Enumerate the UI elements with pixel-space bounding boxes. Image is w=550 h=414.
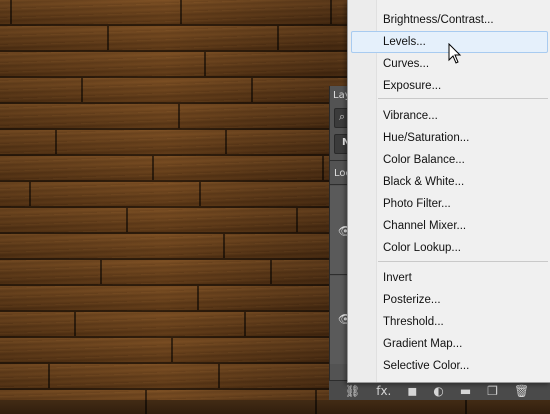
mask-icon[interactable]: ◼ bbox=[407, 383, 417, 399]
adjustment-icon[interactable]: ◐ bbox=[433, 383, 443, 399]
menu-separator bbox=[378, 261, 548, 262]
plank-seam bbox=[100, 260, 102, 284]
plank-seam bbox=[55, 130, 57, 154]
plank-seam bbox=[126, 208, 128, 232]
plank-seam bbox=[277, 26, 279, 50]
plank-seam bbox=[296, 208, 298, 232]
plank-seam bbox=[315, 390, 317, 414]
plank-seam bbox=[180, 0, 182, 24]
link-icon[interactable]: ⛓ bbox=[345, 383, 360, 399]
plank-seam bbox=[178, 104, 180, 128]
menu-item-black-white[interactable]: Black & White... bbox=[383, 172, 464, 192]
menu-item-gradient-map[interactable]: Gradient Map... bbox=[383, 334, 462, 354]
plank-seam bbox=[10, 0, 12, 24]
plank-seam bbox=[270, 260, 272, 284]
trash-icon[interactable]: 🗑 bbox=[514, 383, 529, 399]
menu-item-exposure[interactable]: Exposure... bbox=[383, 76, 441, 96]
mouse-cursor-icon bbox=[448, 43, 462, 64]
menu-gutter bbox=[348, 0, 377, 382]
plank-seam bbox=[204, 52, 206, 76]
new-layer-icon[interactable]: ❐ bbox=[487, 383, 498, 399]
plank-seam bbox=[322, 156, 324, 180]
plank-seam bbox=[223, 234, 225, 258]
plank-seam bbox=[152, 156, 154, 180]
menu-item-curves[interactable]: Curves... bbox=[383, 54, 429, 74]
plank-seam bbox=[107, 26, 109, 50]
menu-item-selective-color[interactable]: Selective Color... bbox=[383, 356, 469, 376]
menu-item-threshold[interactable]: Threshold... bbox=[383, 312, 444, 332]
menu-separator bbox=[378, 98, 548, 99]
menu-item-brightness-contrast[interactable]: Brightness/Contrast... bbox=[383, 10, 494, 30]
menu-item-posterize[interactable]: Posterize... bbox=[383, 290, 441, 310]
menu-item-invert[interactable]: Invert bbox=[383, 268, 412, 288]
search-icon: ⌕ bbox=[339, 110, 346, 123]
menu-item-hue-saturation[interactable]: Hue/Saturation... bbox=[383, 128, 469, 148]
menu-item-color-balance[interactable]: Color Balance... bbox=[383, 150, 465, 170]
plank-seam bbox=[244, 312, 246, 336]
folder-icon[interactable]: ▬ bbox=[460, 383, 471, 399]
plank-seam bbox=[48, 364, 50, 388]
plank-seam bbox=[225, 130, 227, 154]
menu-item-photo-filter[interactable]: Photo Filter... bbox=[383, 194, 451, 214]
fx-icon[interactable]: fx. bbox=[376, 383, 391, 399]
plank-seam bbox=[251, 78, 253, 102]
plank-seam bbox=[171, 338, 173, 362]
menu-item-channel-mixer[interactable]: Channel Mixer... bbox=[383, 216, 466, 236]
plank-seam bbox=[218, 364, 220, 388]
plank-seam bbox=[145, 390, 147, 414]
menu-item-vibrance[interactable]: Vibrance... bbox=[383, 106, 438, 126]
plank-seam bbox=[330, 0, 332, 24]
plank-seam bbox=[199, 182, 201, 206]
plank-seam bbox=[197, 286, 199, 310]
layers-footer-toolbar: ⛓ fx. ◼ ◐ ▬ ❐ 🗑 bbox=[329, 380, 550, 400]
plank-seam bbox=[74, 312, 76, 336]
menu-item-levels[interactable]: Levels... bbox=[383, 32, 426, 52]
menu-item-color-lookup[interactable]: Color Lookup... bbox=[383, 238, 461, 258]
plank-seam bbox=[81, 78, 83, 102]
plank-seam bbox=[29, 182, 31, 206]
